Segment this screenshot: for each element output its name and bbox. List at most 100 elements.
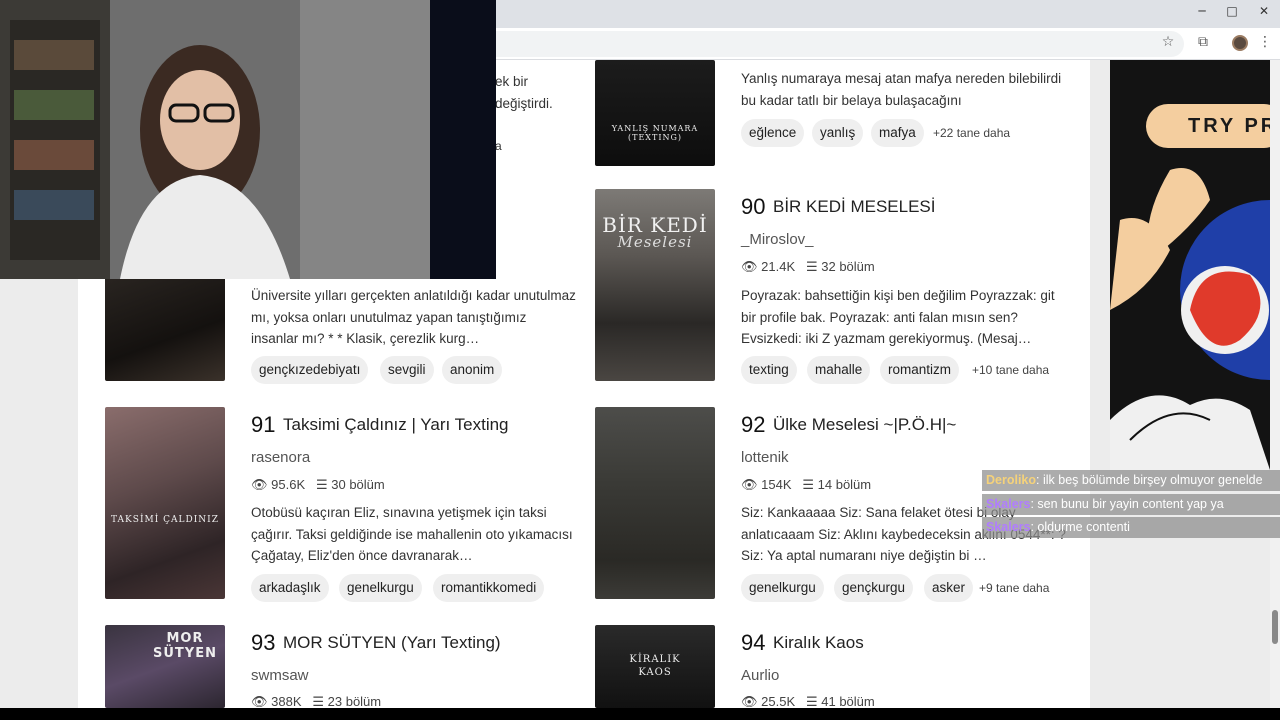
parts-count: 14 bölüm <box>817 477 872 492</box>
story-stats: 👁 25.5K ☰ 41 bölüm <box>741 694 875 708</box>
story-cover[interactable]: TAKSİMİ ÇALDINIZ <box>105 407 225 599</box>
profile-avatar[interactable] <box>1232 35 1248 51</box>
more-tags[interactable]: +9 tane daha <box>979 581 1049 595</box>
chat-username: Skalers <box>986 497 1031 511</box>
story-tag[interactable]: romantikkomedi <box>433 574 545 602</box>
eye-icon: 👁 <box>741 477 758 492</box>
more-tags[interactable]: +10 tane daha <box>972 363 1049 377</box>
partial-desc-line: ek bir <box>495 74 529 89</box>
views-count: 388K <box>271 694 302 708</box>
list-icon: ☰ <box>805 694 818 708</box>
story-author[interactable]: rasenora <box>251 449 310 466</box>
chat-username: Skalers <box>986 520 1031 534</box>
close-button[interactable]: ✕ <box>1252 4 1276 18</box>
story-tag[interactable]: asker <box>924 574 974 602</box>
cover-title: YANLIŞ NUMARA (TEXTING) <box>611 124 699 142</box>
list-icon: ☰ <box>312 694 325 708</box>
story-tag[interactable]: yanlış <box>812 119 864 147</box>
story-stats: 👁 21.4K ☰ 32 bölüm <box>741 259 875 275</box>
story-tag[interactable]: gençkızedebiyatı <box>251 356 369 384</box>
story-tag[interactable]: mafya <box>871 119 924 147</box>
chat-text: : ilk beş bölümde birşey olmuyor genelde <box>1036 473 1263 487</box>
extensions-icon[interactable]: ⧉ <box>1193 34 1213 50</box>
story-cover[interactable]: YANLIŞ NUMARA (TEXTING) <box>595 60 715 166</box>
maximize-button[interactable]: □ <box>1220 4 1244 18</box>
eye-icon: 👁 <box>741 694 758 708</box>
story-rank: 91 <box>251 412 276 437</box>
story-tag[interactable]: genelkurgu <box>741 574 824 602</box>
story-tag[interactable]: gençkurgu <box>834 574 914 602</box>
scrollbar-thumb[interactable] <box>1272 610 1278 644</box>
story-title[interactable]: BİR KEDİ MESELESİ <box>773 197 936 217</box>
story-cover[interactable]: KİRALIK KAOS <box>595 625 715 708</box>
story-cover[interactable] <box>595 407 715 599</box>
webcam-overlay <box>0 0 496 279</box>
story-author[interactable]: lottenik <box>741 449 789 466</box>
chat-text: : sen bunu bir yayin content yap ya <box>1030 497 1224 511</box>
views-count: 21.4K <box>761 259 796 274</box>
story-description: Poyrazak: bahsettiğin kişi ben değilim P… <box>741 288 1055 346</box>
parts-count: 23 bölüm <box>327 694 382 708</box>
eye-icon: 👁 <box>251 477 268 492</box>
story-tag[interactable]: mahalle <box>807 356 871 384</box>
story-author[interactable]: Aurlio <box>741 667 779 684</box>
story-cover[interactable]: BİR KEDİ Meselesi <box>595 189 715 381</box>
cover-title: MOR SÜTYEN <box>153 631 217 661</box>
story-description: Yanlış numaraya mesaj atan mafya nereden… <box>741 71 1062 108</box>
story-tag[interactable]: romantizm <box>880 356 960 384</box>
story-title[interactable]: Taksimi Çaldınız | Yarı Texting <box>283 415 509 435</box>
list-icon: ☰ <box>805 259 818 274</box>
views-count: 95.6K <box>271 477 306 492</box>
advertisement[interactable]: TRY PR <box>1110 60 1270 470</box>
eye-icon: 👁 <box>251 694 268 708</box>
views-count: 25.5K <box>761 694 796 708</box>
story-title[interactable]: MOR SÜTYEN (Yarı Texting) <box>283 633 501 653</box>
story-rank: 90 <box>741 194 766 219</box>
parts-count: 30 bölüm <box>331 477 385 492</box>
story-title[interactable]: Ülke Meselesi ~|P.Ö.H|~ <box>773 415 956 435</box>
story-author[interactable]: _Miroslov_ <box>741 231 814 248</box>
more-tags[interactable]: +22 tane daha <box>933 126 1010 140</box>
cover-title: TAKSİMİ ÇALDINIZ <box>111 515 219 525</box>
chat-message: Skalers: oldurme contenti <box>982 517 1280 538</box>
story-tag[interactable]: arkadaşlık <box>251 574 329 602</box>
story-rank: 94 <box>741 630 766 655</box>
story-stats: 👁 154K ☰ 14 bölüm <box>741 477 871 493</box>
story-stats: 👁 388K ☰ 23 bölüm <box>251 694 381 708</box>
chat-text: : oldurme contenti <box>1030 520 1130 534</box>
story-tag[interactable]: genelkurgu <box>339 574 422 602</box>
cover-title: KİRALIK KAOS <box>629 654 681 678</box>
webcam-feed <box>0 0 496 279</box>
story-author[interactable]: swmsaw <box>251 667 309 684</box>
partial-desc: ek bir değiştirdi. a <box>495 71 575 158</box>
chat-username: Deroliko <box>986 473 1037 487</box>
ad-illustration <box>1110 168 1270 470</box>
minimize-button[interactable]: ─ <box>1190 4 1214 18</box>
parts-count: 32 bölüm <box>821 259 875 274</box>
story-cover[interactable] <box>105 270 225 381</box>
story-tag[interactable]: sevgili <box>380 356 434 384</box>
story-tag[interactable]: anonim <box>442 356 503 384</box>
story-description: Otobüsü kaçıran Eliz, sınavına yetişmek … <box>251 505 573 563</box>
views-count: 154K <box>761 477 792 492</box>
story-rank: 93 <box>251 630 276 655</box>
story-title[interactable]: Kiralık Kaos <box>773 633 864 653</box>
taskbar-edge <box>0 708 1280 720</box>
parts-count: 41 bölüm <box>821 694 875 708</box>
cover-subtitle: Meselesi <box>617 233 693 251</box>
chat-message: Skalers: sen bunu bir yayin content yap … <box>982 494 1280 515</box>
story-stats: 👁 95.6K ☰ 30 bölüm <box>251 477 385 493</box>
story-description: Üniversite yılları gerçekten anlatıldığı… <box>251 288 576 346</box>
story-tag[interactable]: eğlence <box>741 119 805 147</box>
story-rank: 92 <box>741 412 766 437</box>
story-tag[interactable]: texting <box>741 356 797 384</box>
story-cover[interactable]: MOR SÜTYEN <box>105 625 225 708</box>
partial-desc-line: a <box>495 139 502 153</box>
star-icon[interactable]: ☆ <box>1158 34 1178 50</box>
partial-desc-line: değiştirdi. <box>495 95 553 111</box>
list-icon: ☰ <box>802 477 815 492</box>
chat-message: Deroliko: ilk beş bölümde birşey olmuyor… <box>982 470 1280 491</box>
eye-icon: 👁 <box>741 259 758 274</box>
menu-icon[interactable]: ⋮ <box>1255 34 1275 50</box>
list-icon: ☰ <box>315 477 328 492</box>
